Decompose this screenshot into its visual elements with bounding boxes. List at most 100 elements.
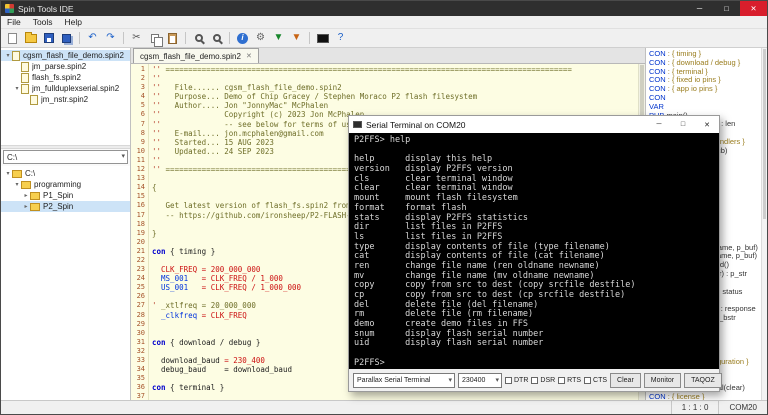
dtr-checkbox[interactable]: DTR: [505, 376, 528, 384]
taqoz-button[interactable]: TAQOZ: [684, 372, 722, 388]
cts-checkbox[interactable]: CTS: [584, 376, 608, 384]
line-number: 25: [136, 283, 145, 292]
rts-checkbox[interactable]: RTS: [558, 376, 581, 384]
upload-to-flash-icon[interactable]: ▼: [289, 31, 304, 46]
code-token: = CLK_FREQ / 1_000: [201, 274, 283, 284]
code-token: File...... cgsm_flash_file_demo.spin2: [161, 83, 342, 93]
copy-glyph: [150, 33, 163, 47]
dsr-checkbox[interactable]: DSR: [531, 376, 555, 384]
checkbox-box-icon: [584, 376, 592, 384]
close-button[interactable]: ✕: [740, 1, 767, 16]
caret-position: 1 : 1 : 0: [670, 401, 719, 414]
paste-icon[interactable]: [165, 31, 180, 46]
code-token: '': [152, 101, 162, 111]
outline-scrollbar[interactable]: [761, 48, 767, 400]
line-number: 30: [136, 328, 145, 337]
file-tree-item[interactable]: ▾ jm_fullduplexserial.spin2: [1, 83, 130, 94]
terminal-profile-select[interactable]: Parallax Serial Terminal ▾: [353, 372, 455, 388]
save-file-icon[interactable]: [41, 31, 56, 46]
folder-tree-item[interactable]: ▾ programming: [1, 179, 130, 190]
line-number: 6: [140, 110, 145, 119]
outline-item[interactable]: VAR: [649, 103, 761, 112]
chevron-down-icon: ▾: [121, 153, 125, 160]
outline-item[interactable]: CON : { fixed io pins }: [649, 76, 761, 85]
undo-icon[interactable]: ↶: [85, 31, 100, 46]
tab-close-icon[interactable]: ✕: [246, 52, 252, 60]
folder-tree-item[interactable]: ▸ P2_Spin: [1, 201, 130, 212]
menu-help[interactable]: Help: [59, 17, 88, 27]
clear-button[interactable]: Clear: [610, 372, 641, 388]
code-token: { terminal }: [165, 383, 225, 393]
expanded-icon[interactable]: ▾: [4, 52, 12, 59]
expanded-icon[interactable]: ▾: [13, 181, 21, 188]
line-number: 32: [136, 346, 145, 355]
file-tree-item[interactable]: ▾ cgsm_flash_file_demo.spin2: [1, 50, 130, 61]
spin2-file-icon: [30, 94, 38, 105]
line-number: 12: [136, 165, 145, 174]
baud-rate-select[interactable]: 230400 ▾: [458, 372, 502, 388]
title-bar: Spin Tools IDE ─ □ ✕: [1, 1, 767, 16]
minimize-button[interactable]: ─: [686, 1, 713, 16]
menu-tools[interactable]: Tools: [27, 17, 59, 27]
root-folder-select[interactable]: C:\ ▾: [3, 150, 128, 164]
help-icon[interactable]: ?: [333, 31, 348, 46]
monitor-button[interactable]: Monitor: [643, 372, 682, 388]
code-token: Author.... Jon "JonnyMac" McPhalen: [161, 101, 329, 111]
line-number: 10: [136, 146, 145, 155]
expanded-icon[interactable]: ▾: [13, 85, 21, 92]
spin2-file-icon: [21, 61, 29, 72]
outline-keyword: CON: [649, 58, 666, 67]
editor-tab[interactable]: cgsm_flash_file_demo.spin2 ✕: [133, 48, 259, 63]
line-number: 13: [136, 174, 145, 183]
file-name: jm_nstr.spin2: [41, 95, 89, 104]
terminal-title-bar[interactable]: Serial Terminal on COM20 ─ □ ✕: [349, 116, 719, 133]
copy-icon[interactable]: [147, 31, 163, 47]
redo-icon[interactable]: ↷: [103, 31, 118, 46]
open-file-icon[interactable]: [23, 31, 38, 46]
line-number: 27: [136, 301, 145, 310]
outline-label: : { fixed io pins }: [665, 76, 721, 85]
new-file-icon[interactable]: [5, 31, 20, 46]
folder-tree-item[interactable]: ▾ C:\: [1, 168, 130, 179]
line-number: 2: [140, 74, 145, 83]
window-title: Spin Tools IDE: [18, 3, 74, 14]
line-number: 23: [136, 265, 145, 274]
serial-terminal-icon[interactable]: [315, 31, 330, 46]
folder-tree-item[interactable]: ▸ P1_Spin: [1, 190, 130, 201]
save-all-icon[interactable]: [59, 31, 74, 46]
terminal-maximize-button[interactable]: □: [671, 116, 695, 133]
outline-item[interactable]: CON : { license }: [649, 393, 761, 400]
open-file-glyph: [24, 31, 37, 43]
maximize-button[interactable]: □: [713, 1, 740, 16]
terminal-output[interactable]: P2FFS> help help display this help version…: [349, 133, 719, 369]
collapsed-icon[interactable]: ▸: [22, 192, 30, 199]
outline-item[interactable]: CON : { app io pins }: [649, 85, 761, 94]
terminal-minimize-button[interactable]: ─: [647, 116, 671, 133]
outline-label: : { terminal }: [665, 67, 708, 76]
collapsed-icon[interactable]: ▸: [22, 203, 30, 210]
folder-icon: [30, 191, 40, 200]
file-tree-item[interactable]: jm_nstr.spin2: [1, 94, 130, 105]
outline-label: : { app io pins }: [665, 85, 718, 94]
compile-icon[interactable]: ⚙: [253, 31, 268, 46]
file-tree-item[interactable]: jm_parse.spin2: [1, 61, 130, 72]
outline-item[interactable]: CON: [649, 94, 761, 103]
toolbar-separator: [229, 32, 230, 44]
expanded-icon[interactable]: ▾: [4, 170, 12, 177]
checkbox-label: CTS: [593, 376, 608, 384]
menu-file[interactable]: File: [1, 17, 27, 27]
code-token: '': [152, 83, 162, 93]
outline-item[interactable]: CON : { timing }: [649, 50, 761, 59]
cut-icon[interactable]: ✂: [129, 31, 144, 46]
outline-item[interactable]: CON : { download / debug }: [649, 59, 761, 68]
outline-item[interactable]: CON : { terminal }: [649, 68, 761, 77]
find-icon[interactable]: [191, 31, 206, 46]
terminal-close-button[interactable]: ✕: [695, 116, 719, 133]
find-replace-icon[interactable]: [209, 31, 224, 46]
folder-name: programming: [34, 180, 82, 189]
file-tree-item[interactable]: flash_fs.spin2: [1, 72, 130, 83]
show-info-icon[interactable]: i: [235, 31, 250, 46]
upload-to-ram-icon[interactable]: ▼: [271, 31, 286, 46]
line-number: 4: [140, 92, 145, 101]
